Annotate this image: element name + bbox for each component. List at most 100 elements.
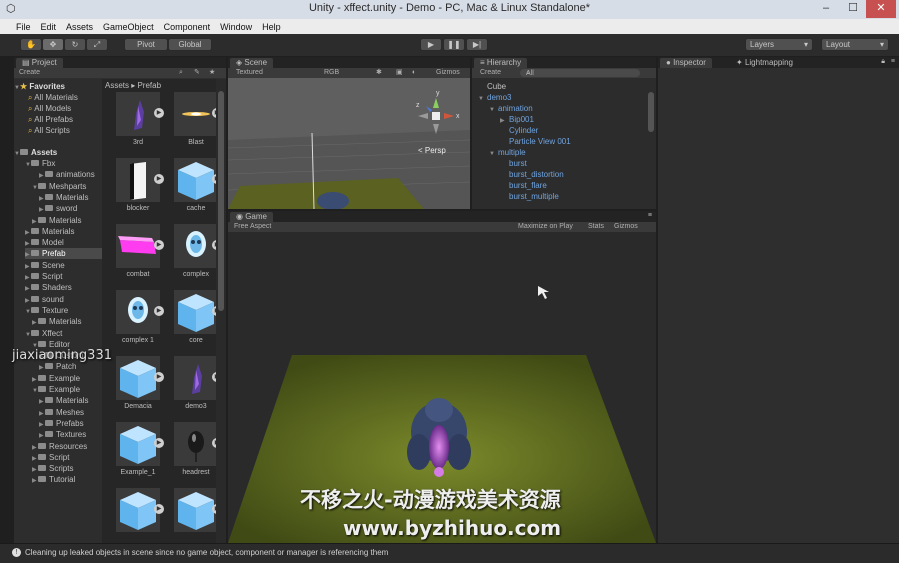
hierarchy-item[interactable]: Cube — [478, 81, 506, 92]
menu-window[interactable]: Window — [220, 22, 252, 32]
folder-tree-item[interactable]: ▶ Prefab — [25, 248, 102, 260]
tab-project[interactable]: ▤ Project — [16, 58, 63, 68]
folder-tree-item[interactable]: ▶ Materials — [32, 316, 81, 327]
panel-menu-icon[interactable]: ≡ — [891, 58, 895, 65]
folder-tree-item[interactable]: ▶ sword — [39, 203, 77, 214]
menu-file[interactable]: File — [16, 22, 31, 32]
hierarchy-item[interactable]: burst — [500, 158, 527, 169]
aspect-dropdown[interactable]: Free Aspect — [234, 222, 271, 232]
star-icon[interactable]: ★ — [209, 68, 215, 78]
tab-scene[interactable]: ◈ Scene — [230, 58, 274, 68]
hierarchy-search-input[interactable]: ⌕ All — [520, 69, 640, 77]
expand-prefab-icon[interactable]: ▶ — [154, 174, 164, 184]
game-gizmos-dropdown[interactable]: Gizmos — [614, 222, 638, 232]
asset-item[interactable]: ▶ combat — [110, 224, 164, 286]
expand-prefab-icon[interactable]: ▶ — [154, 108, 164, 118]
status-message[interactable]: Cleaning up leaked objects in scene sinc… — [25, 548, 388, 557]
shading-mode-dropdown[interactable]: Textured — [236, 68, 263, 78]
asset-grid-scrollbar[interactable] — [216, 79, 226, 543]
menu-help[interactable]: Help — [262, 22, 281, 32]
scale-tool-button[interactable]: ⤢ — [86, 38, 108, 51]
asset-item[interactable]: ▶complex — [168, 224, 222, 286]
image-effects-icon[interactable]: ▣ — [396, 68, 403, 78]
folder-tree-item[interactable]: ▶ Tutorial — [32, 474, 75, 485]
move-tool-button[interactable]: ✥ — [42, 38, 64, 51]
folder-tree-item[interactable]: ▶ Textures — [39, 429, 86, 440]
folder-tree-item[interactable]: ▶ sound — [25, 294, 64, 305]
hierarchy-scrollbar[interactable] — [648, 92, 654, 132]
folder-tree-item[interactable]: ▶ Script — [32, 452, 69, 463]
folder-tree-item[interactable]: ▶ Model — [25, 237, 64, 248]
folder-tree-item[interactable]: ▶ Scripts — [32, 463, 73, 474]
folder-tree-item[interactable]: ▶ Resources — [32, 441, 87, 452]
expand-prefab-icon[interactable]: ▶ — [154, 504, 164, 514]
hierarchy-item[interactable]: burst_distortion — [500, 169, 564, 180]
layout-dropdown[interactable]: Layout ▾ — [821, 38, 889, 51]
filter-icon[interactable]: ⌕ — [179, 68, 183, 78]
hand-tool-button[interactable]: ✋ — [20, 38, 42, 51]
expand-prefab-icon[interactable]: ▶ — [154, 438, 164, 448]
folder-tree-item[interactable]: ▼ Fbx — [25, 158, 55, 169]
pause-button[interactable]: ❚❚ — [443, 38, 465, 51]
panel-menu-icon[interactable]: ≡ — [648, 212, 652, 219]
folder-tree-item[interactable]: ▼ Xffect — [25, 328, 62, 339]
asset-item[interactable]: ▶cache — [168, 158, 222, 220]
menu-gameobject[interactable]: GameObject — [103, 22, 154, 32]
asset-item[interactable]: ▶ Demacia — [110, 356, 164, 418]
stats-toggle[interactable]: Stats — [588, 222, 604, 232]
scene-gizmos-dropdown[interactable]: Gizmos — [436, 68, 460, 78]
tab-game[interactable]: ◉ Game — [230, 212, 273, 222]
menu-edit[interactable]: Edit — [41, 22, 57, 32]
global-toggle[interactable]: Global — [168, 38, 212, 51]
menu-assets[interactable]: Assets — [66, 22, 93, 32]
play-button[interactable]: ▶ — [420, 38, 442, 51]
minimize-button[interactable]: – — [813, 0, 839, 18]
asset-item[interactable]: ▶ — [110, 488, 164, 543]
tab-hierarchy[interactable]: ≡ Hierarchy — [474, 58, 528, 68]
tab-inspector[interactable]: ● Inspector — [660, 58, 712, 68]
folder-tree-item[interactable]: ▼ Example — [32, 384, 80, 395]
asset-item[interactable]: ▶ complex 1 — [110, 290, 164, 352]
menu-component[interactable]: Component — [164, 22, 211, 32]
hierarchy-item[interactable]: burst_flare — [500, 180, 547, 191]
breadcrumb[interactable]: Assets ▸ Prefab — [105, 80, 161, 91]
hierarchy-item[interactable]: burst_multiple — [500, 191, 559, 202]
maximize-button[interactable]: ☐ — [840, 0, 866, 18]
asset-item[interactable]: ▶ blocker — [110, 158, 164, 220]
asset-item[interactable]: ▶ 3rd — [110, 92, 164, 154]
folder-tree-item[interactable]: ▶ Shaders — [25, 282, 72, 293]
2d-toggle-icon[interactable]: ✱ — [376, 68, 382, 78]
favorites-header[interactable]: ▼★ Favorites — [14, 81, 65, 92]
assets-header[interactable]: ▼ Assets — [14, 147, 57, 158]
persp-label[interactable]: < Persp — [418, 146, 446, 155]
folder-tree-item[interactable]: ▶ Example — [32, 373, 80, 384]
step-button[interactable]: ▶| — [466, 38, 488, 51]
favorite-item[interactable]: ⌕ All Materials — [28, 92, 78, 103]
asset-item[interactable]: ▶ Example_1 — [110, 422, 164, 484]
project-create-dropdown[interactable]: Create — [19, 68, 40, 78]
hierarchy-item[interactable]: Cylinder — [500, 125, 538, 136]
favorite-item[interactable]: ⌕ All Prefabs — [28, 114, 73, 125]
asset-item[interactable]: ▶Blast — [168, 92, 222, 154]
render-mode-dropdown[interactable]: RGB — [324, 68, 339, 78]
folder-tree-item[interactable]: ▶ Prefabs — [39, 418, 84, 429]
folder-tree-item[interactable]: ▶ Patch — [39, 361, 76, 372]
folder-tree-item[interactable]: ▶ Materials — [32, 215, 81, 226]
label-icon[interactable]: ✎ — [194, 68, 200, 78]
close-button[interactable]: ✕ — [866, 0, 896, 18]
folder-tree-item[interactable]: ▶ Materials — [25, 226, 74, 237]
lock-icon[interactable]: 🔒︎ — [881, 58, 885, 66]
layers-dropdown[interactable]: Layers ▾ — [745, 38, 813, 51]
expand-prefab-icon[interactable]: ▶ — [154, 240, 164, 250]
folder-tree-item[interactable]: ▶ Meshes — [39, 407, 84, 418]
maximize-on-play-toggle[interactable]: Maximize on Play — [518, 222, 573, 232]
asset-item[interactable]: ▶ — [168, 488, 222, 543]
favorite-item[interactable]: ⌕ All Models — [28, 103, 71, 114]
folder-tree-item[interactable]: ▶ Materials — [39, 192, 88, 203]
chevron-down-icon[interactable]: ▼ — [489, 105, 498, 116]
hierarchy-item[interactable]: Particle View 001 — [500, 136, 571, 147]
asset-item[interactable]: ▶demo3 — [168, 356, 222, 418]
chevron-down-icon[interactable]: ▼ — [478, 94, 487, 105]
favorite-item[interactable]: ⌕ All Scripts — [28, 125, 70, 136]
folder-tree-item[interactable]: ▶ animations — [39, 169, 95, 180]
